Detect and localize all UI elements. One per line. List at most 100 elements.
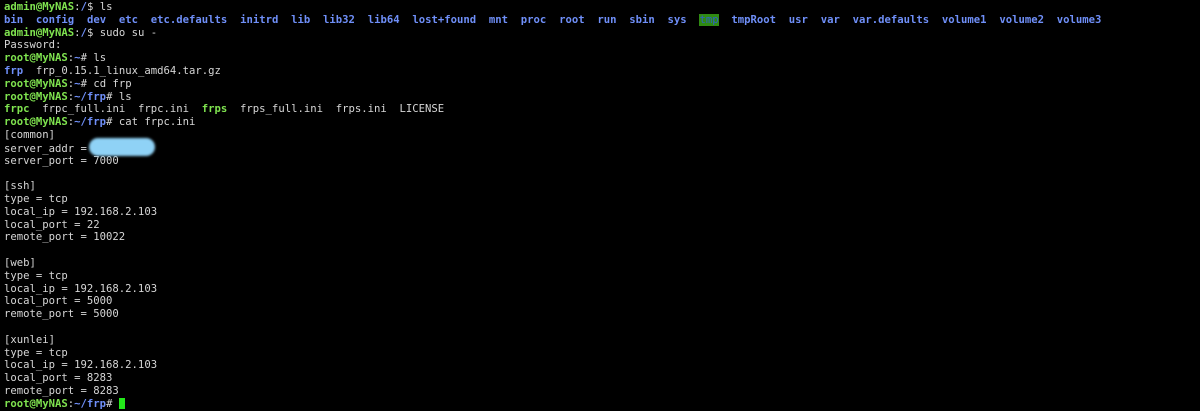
output-line: type = tcp — [4, 269, 68, 282]
directory-entry: sbin — [629, 13, 655, 26]
directory-entry: lost+found — [412, 13, 477, 26]
directory-entry: volume1 — [941, 13, 987, 26]
file-entry: frpc_full.ini — [42, 103, 126, 116]
directory-entry: etc.defaults — [150, 13, 228, 26]
prompt-user-host: root@MyNAS — [4, 90, 68, 103]
directory-entry: lib — [291, 13, 311, 26]
directory-entry: var.defaults — [852, 13, 930, 26]
prompt-symbol: $ — [86, 1, 100, 13]
terminal-line: admin@MyNAS:/$ sudo su - — [4, 27, 1196, 40]
output-line: type = tcp — [4, 346, 68, 359]
directory-entry: run — [597, 13, 617, 26]
output-line: [xunlei] — [4, 333, 56, 346]
directory-entry: var — [820, 13, 840, 26]
directory-entry: dev — [86, 13, 107, 26]
command-text: ls — [93, 52, 107, 65]
prompt-symbol: # — [80, 52, 94, 65]
prompt-user-host: root@MyNAS — [4, 397, 68, 410]
output-line: Password: — [4, 39, 62, 52]
command-text: ls — [99, 1, 113, 13]
prompt-symbol: # — [106, 116, 119, 129]
file-entry: frp_0.15.1_linux_amd64.tar.gz — [35, 64, 221, 77]
terminal-line: local_ip = 192.168.2.103 — [4, 359, 1196, 372]
terminal-line: root@MyNAS:~/frp# cat frpc.ini — [4, 116, 1196, 129]
prompt-path: ~/frp — [74, 397, 107, 410]
file-entry: frps.ini — [335, 103, 387, 116]
command-text: cd frp — [93, 77, 132, 90]
output-line: remote_port = 5000 — [4, 308, 119, 321]
output-line: remote_port = 10022 — [4, 231, 126, 244]
prompt-symbol: # — [106, 397, 119, 410]
terminal-line: root@MyNAS:~# cd frp — [4, 78, 1196, 91]
output-line: [ssh] — [4, 180, 36, 193]
file-entry: LICENSE — [399, 103, 445, 116]
executable-entry: frpc — [4, 103, 30, 116]
executable-entry: frps — [201, 103, 228, 116]
prompt-path: ~/frp — [74, 116, 107, 129]
prompt-path: ~/frp — [74, 90, 107, 103]
output-line: local_port = 22 — [4, 218, 100, 231]
terminal-line: [xunlei] — [4, 334, 1196, 347]
terminal-line: frpc frpc_full.ini frpc.ini frps frps_fu… — [4, 103, 1196, 116]
directory-entry: etc — [118, 13, 138, 26]
prompt-symbol: $ — [86, 26, 100, 39]
prompt-user-host: admin@MyNAS — [4, 1, 75, 13]
terminal-line: Password: — [4, 39, 1196, 52]
output-line: server_port = 7000 — [4, 154, 119, 167]
output-line: local_port = 5000 — [4, 295, 113, 308]
terminal-line: [common] — [4, 129, 1196, 142]
command-text: cat frpc.ini — [118, 116, 196, 129]
terminal-line: [web] — [4, 257, 1196, 270]
command-text: ls — [118, 90, 132, 103]
directory-entry: volume3 — [1056, 13, 1102, 26]
terminal-line: local_ip = 192.168.2.103 — [4, 206, 1196, 219]
terminal-line: [ssh] — [4, 180, 1196, 193]
output-line: type = tcp — [4, 192, 68, 205]
prompt-user-host: admin@MyNAS — [4, 26, 75, 39]
terminal-line: root@MyNAS:~/frp# ls — [4, 91, 1196, 104]
directory-entry: lib64 — [367, 13, 400, 26]
output-line: local_ip = 192.168.2.103 — [4, 282, 158, 295]
terminal-line: root@MyNAS:~# ls — [4, 52, 1196, 65]
directory-entry: usr — [788, 13, 808, 26]
terminal-line: type = tcp — [4, 270, 1196, 283]
command-text: sudo su - — [99, 26, 158, 39]
directory-entry: sys — [667, 13, 687, 26]
output-line: remote_port = 8283 — [4, 384, 119, 397]
directory-entry: root — [559, 13, 585, 26]
output-line: [common] — [4, 128, 56, 141]
output-line: local_ip = 192.168.2.103 — [4, 205, 158, 218]
terminal-line: type = tcp — [4, 347, 1196, 360]
directory-entry: frp — [4, 64, 24, 77]
directory-entry: config — [35, 13, 75, 26]
output-line: local_ip = 192.168.2.103 — [4, 359, 158, 372]
terminal-line: admin@MyNAS:/$ ls — [4, 1, 1196, 14]
directory-entry: proc — [520, 13, 547, 26]
directory-entry: tmpRoot — [731, 13, 777, 26]
config-line: server_addr = — [4, 142, 94, 155]
directory-entry: lib32 — [323, 13, 355, 26]
file-entry: frpc.ini — [137, 103, 189, 116]
terminal-line: remote_port = 8283 — [4, 385, 1196, 398]
terminal-line: local_port = 5000 — [4, 295, 1196, 308]
redaction-blur — [89, 137, 156, 156]
prompt-symbol: # — [80, 77, 94, 90]
terminal-line: type = tcp — [4, 193, 1196, 206]
terminal-line: bin config dev etc etc.defaults initrd l… — [4, 13, 1196, 27]
file-entry: frps_full.ini — [240, 103, 323, 116]
terminal-line: frp frp_0.15.1_linux_amd64.tar.gz — [4, 65, 1196, 78]
terminal-line: local_ip = 192.168.2.103 — [4, 283, 1196, 296]
directory-entry: volume2 — [999, 13, 1044, 26]
directory-entry: bin — [4, 13, 24, 26]
prompt-user-host: root@MyNAS — [4, 52, 68, 65]
terminal-line: remote_port = 10022 — [4, 231, 1196, 244]
prompt-symbol: # — [106, 90, 119, 103]
terminal-cursor[interactable] — [118, 397, 125, 409]
terminal-line: local_port = 22 — [4, 219, 1196, 232]
terminal-line: local_port = 8283 — [4, 372, 1196, 385]
terminal-window[interactable]: admin@MyNAS:/$ ls bin config dev etc etc.… — [4, 0, 1196, 411]
prompt-user-host: root@MyNAS — [4, 116, 68, 129]
terminal-line: remote_port = 5000 — [4, 308, 1196, 321]
